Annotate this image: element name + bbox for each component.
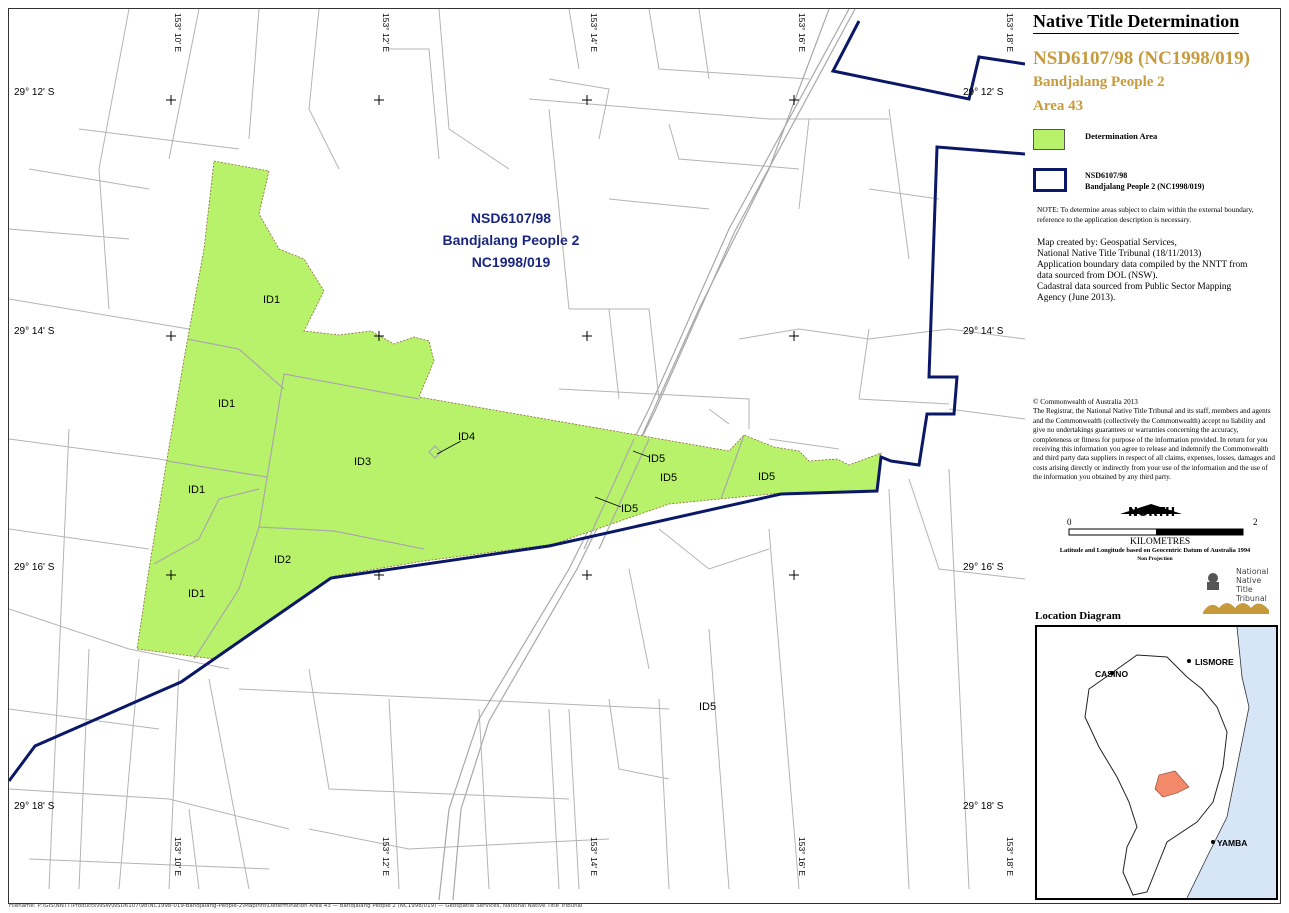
boundary-legend-line: NSD6107/98 (1085, 171, 1128, 180)
file-path-footnote: Filename: P:\GIS\NNTT\Products\NSW\NSD61… (9, 903, 583, 909)
lon-label: 153° 18' E (1005, 837, 1015, 876)
lat-label: 29° 12' S (963, 87, 1004, 98)
lon-label: 153° 10' E (173, 13, 183, 52)
boundary-legend-line: Bandjalang People 2 (NC1998/019) (1085, 182, 1205, 191)
logo-text: National Native Title Tribunal (1236, 567, 1279, 603)
location-diagram-title: Location Diagram (1035, 610, 1121, 622)
copyright-block: © Commonwealth of Australia 2013 The Reg… (1033, 398, 1277, 483)
area-number: Area 43 (1033, 98, 1084, 114)
datum-note: Latitude and Longitude based on Geocentr… (1059, 547, 1251, 554)
logo-text-line: Tribunal (1236, 594, 1267, 603)
logo-text-line: Native Title (1236, 576, 1262, 594)
town-label: LISMORE (1195, 657, 1234, 667)
lat-label: 29° 18' S (963, 801, 1004, 812)
lat-label: 29° 14' S (963, 326, 1004, 337)
scale-start: 0 (1067, 517, 1072, 527)
parcel-label: ID5 (758, 471, 775, 483)
note-text: NOTE: To determine areas subject to clai… (1037, 205, 1254, 224)
lon-label: 153° 14' E (589, 13, 599, 52)
parcel-label: ID5 (699, 701, 716, 713)
parcel-label: ID1 (218, 398, 235, 410)
north-label: NORTH (1128, 505, 1176, 519)
town-label: YAMBA (1217, 838, 1247, 848)
scale-end: 2 (1253, 517, 1258, 527)
lat-label: 29° 14' S (14, 326, 55, 337)
map-svg[interactable]: 29° 12' S 29° 12' S 29° 14' S 29° 14' S … (9, 9, 1025, 900)
disclaimer-text: The Registrar, the National Native Title… (1033, 407, 1275, 482)
scale-unit: KILOMETRES (1130, 537, 1191, 547)
copyright-title: © Commonwealth of Australia 2013 (1033, 398, 1138, 406)
lat-label: 29° 18' S (14, 801, 55, 812)
parcel-label: ID4 (458, 431, 475, 443)
boundary-swatch (1033, 168, 1067, 192)
lon-label: 153° 16' E (797, 13, 807, 52)
logo-text-line: National (1236, 567, 1269, 576)
parcel-label: ID1 (188, 484, 205, 496)
parcel-label: ID1 (263, 294, 280, 306)
map-title: Native Title Determination (1033, 11, 1240, 34)
parcel-label: ID1 (188, 588, 205, 600)
lat-label: 29° 12' S (14, 87, 55, 98)
credit-line: data sourced from DOL (NSW). (1037, 271, 1158, 281)
determination-area-swatch (1033, 129, 1065, 150)
lat-label: 29° 16' S (14, 562, 55, 573)
projection-note: Non Projection (1137, 556, 1173, 562)
town-label: CASINO (1095, 669, 1128, 679)
boundary-legend: NSD6107/98 Bandjalang People 2 (NC1998/0… (1085, 170, 1204, 192)
people-name: Bandjalang People 2 (1033, 74, 1165, 90)
claim-label-line: NC1998/019 (472, 254, 551, 270)
case-number: NSD6107/98 (NC1998/019) (1033, 48, 1250, 69)
legend-panel: Native Title Determination NSD6107/98 (N… (1031, 9, 1279, 900)
parcel-label: ID5 (621, 503, 638, 515)
determination-area-legend: Determination Area (1085, 131, 1158, 141)
credit-line: Agency (June 2013). (1037, 293, 1116, 303)
credit-line: Application boundary data compiled by th… (1037, 260, 1248, 270)
credit-line: Map created by: Geospatial Services, (1037, 238, 1177, 248)
lat-label: 29° 16' S (963, 562, 1004, 573)
location-map-svg: CASINO LISMORE YAMBA (1084, 627, 1276, 898)
lon-label: 153° 10' E (173, 837, 183, 876)
credits: Map created by: Geospatial Services, Nat… (1037, 238, 1277, 304)
location-diagram: CASINO LISMORE YAMBA (1035, 625, 1278, 900)
credit-line: National Native Title Tribunal (18/11/20… (1037, 249, 1202, 259)
lon-label: 153° 16' E (797, 837, 807, 876)
claim-label: NSD6107/98 Bandjalang People 2 NC1998/01… (443, 210, 580, 270)
parcel-label: ID2 (274, 554, 291, 566)
credit-line: Cadastral data sourced from Public Secto… (1037, 282, 1232, 292)
parcel-label: ID5 (660, 472, 677, 484)
claim-label-line: NSD6107/98 (471, 210, 551, 226)
map-canvas[interactable]: 29° 12' S 29° 12' S 29° 14' S 29° 14' S … (9, 9, 1025, 900)
lon-label: 153° 12' E (381, 837, 391, 876)
claim-label-line: Bandjalang People 2 (443, 232, 580, 248)
parcel-label: ID5 (648, 453, 665, 465)
parcel-label: ID3 (354, 456, 371, 468)
lon-label: 153° 18' E (1005, 13, 1015, 52)
lon-label: 153° 14' E (589, 837, 599, 876)
lon-label: 153° 12' E (381, 13, 391, 52)
